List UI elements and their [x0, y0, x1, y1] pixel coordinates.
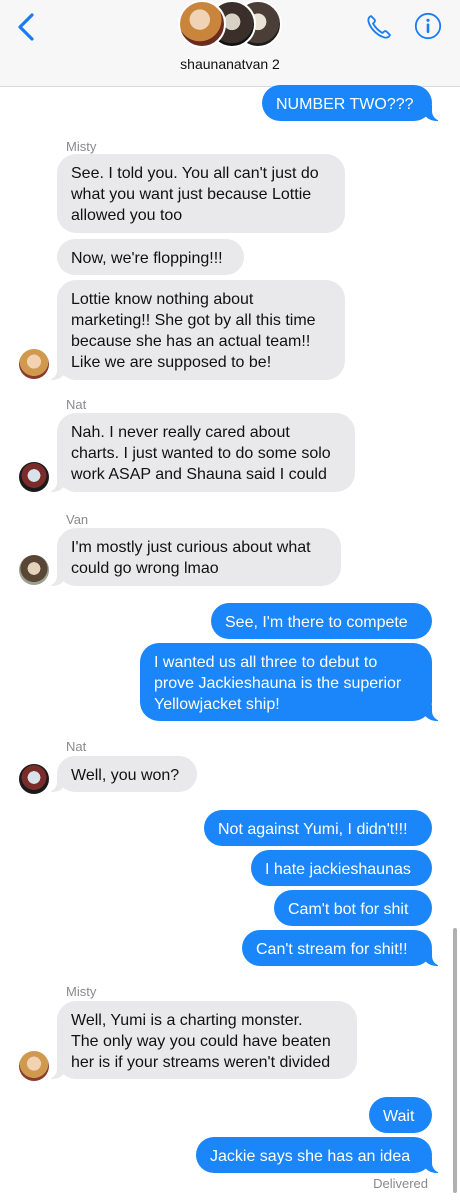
outgoing-message[interactable]: Not against Yumi, I didn't!!! [204, 810, 432, 846]
phone-icon[interactable] [364, 12, 394, 42]
sender-name: Misty [66, 984, 97, 999]
incoming-message[interactable]: Well, you won? [47, 756, 197, 792]
group-avatars[interactable] [178, 0, 288, 52]
outgoing-message[interactable]: I wanted us all three to debut to prove … [140, 643, 442, 721]
outgoing-message[interactable]: See, I'm there to compete [211, 603, 432, 639]
info-icon[interactable] [414, 12, 442, 40]
member-avatar [178, 0, 226, 48]
delivered-status: Delivered [373, 1176, 428, 1191]
sender-avatar[interactable] [19, 462, 49, 492]
back-chevron-icon[interactable] [14, 12, 40, 42]
sender-name: Misty [66, 139, 97, 154]
sender-avatar[interactable] [19, 349, 49, 379]
sender-name: Van [66, 512, 89, 527]
conversation-header: shaunanatvan 2 [0, 0, 460, 87]
incoming-message[interactable]: See. I told you. You all can't just do w… [57, 154, 345, 233]
incoming-message[interactable]: Lottie know nothing about marketing!! Sh… [47, 280, 345, 380]
outgoing-message[interactable]: Cam't bot for shit [274, 890, 432, 926]
sender-avatar[interactable] [19, 555, 49, 585]
outgoing-message[interactable]: Can't stream for shit!! [242, 930, 442, 966]
outgoing-message[interactable]: Wait [369, 1097, 432, 1133]
sender-name: Nat [66, 739, 87, 754]
incoming-message[interactable]: Now, we're flopping!!! [57, 239, 244, 275]
sender-avatar[interactable] [19, 1051, 49, 1081]
group-name[interactable]: shaunanatvan 2 [0, 56, 460, 72]
incoming-message[interactable]: Nah. I never really cared about charts. … [47, 413, 355, 492]
incoming-message[interactable]: Well, Yumi is a charting monster. The on… [47, 1001, 357, 1079]
outgoing-message[interactable]: Jackie says she has an idea [196, 1137, 442, 1173]
outgoing-message[interactable]: I hate jackieshaunas [251, 850, 432, 886]
sender-avatar[interactable] [19, 764, 49, 794]
incoming-message[interactable]: I'm mostly just curious about what could… [47, 528, 341, 586]
sender-name: Nat [66, 397, 87, 412]
outgoing-message[interactable]: NUMBER TWO??? [262, 85, 442, 121]
scrollbar[interactable] [453, 928, 457, 1193]
